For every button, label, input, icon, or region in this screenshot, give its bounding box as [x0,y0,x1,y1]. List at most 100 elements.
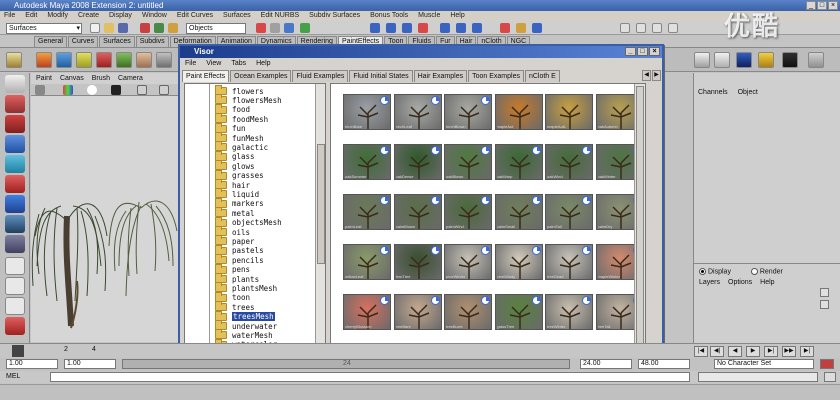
paint-effects-brush-icon[interactable] [36,52,52,68]
tab-paint-effects[interactable]: Paint Effects [182,70,230,82]
shelf-menu-icon[interactable] [6,52,22,68]
menu-muscle[interactable]: Muscle [418,11,440,21]
step-back-icon[interactable]: ◀| [710,346,724,357]
time-slider[interactable]: 2 4 |◀ ◀| ◀ ▶ ▶| ▶▶ ▶| [0,343,840,358]
manipulator-tool-icon[interactable] [5,195,25,213]
soft-mod-tool-icon[interactable] [5,215,25,233]
move-tool-icon[interactable] [5,135,25,153]
brush-thumbnail[interactable]: oakBlown [444,144,492,180]
input-line-icon[interactable] [472,23,482,33]
brush-thumbnail[interactable]: birchBlown [444,94,492,130]
snap-plane-icon[interactable] [300,23,310,33]
snap-curve-icon[interactable] [270,23,280,33]
layout-four-pane-icon[interactable] [5,277,25,295]
layer-menu-layers[interactable]: Layers [699,279,720,286]
select-hierarchy-icon[interactable] [140,23,150,33]
save-scene-icon[interactable] [118,23,128,33]
render-view-icon[interactable] [782,52,798,68]
go-to-end-icon[interactable]: ▶| [800,346,814,357]
brush-thumbnail[interactable]: oakDense [393,144,442,180]
playback-end-field[interactable]: 24.00 [580,359,632,369]
channel-menu-object[interactable]: Object [738,89,758,96]
folder-tree-scrollbar[interactable] [315,84,325,349]
end-time-field[interactable]: 48.00 [638,359,690,369]
torus-icon[interactable] [714,52,730,68]
viewport-menu-canvas[interactable]: Canvas [60,73,84,84]
layout-outliner-pane-icon[interactable] [5,317,25,335]
visor-menu-help[interactable]: Help [256,59,270,69]
brush-thumbnail[interactable]: palmSmall [494,194,543,230]
menu-help[interactable]: Help [450,11,464,21]
make-paintable-icon[interactable] [116,52,132,68]
brush-swatch-icon[interactable] [35,85,45,95]
tab-hair-examples[interactable]: Hair Examples [413,70,468,82]
folder-tree-scroll-thumb[interactable] [317,144,325,264]
current-frame-marker[interactable] [12,345,24,357]
shelf-tab-curves[interactable]: Curves [67,36,99,47]
paint-effects-viewport[interactable] [31,96,178,342]
redraw-icon[interactable] [159,85,169,95]
paint-canvas-icon[interactable] [56,52,72,68]
character-set-dropdown[interactable]: No Character Set [714,359,814,369]
template-brush-icon[interactable] [76,52,92,68]
layout-four-icon[interactable] [636,23,646,33]
step-forward-icon[interactable]: ▶| [764,346,778,357]
render-frame-icon[interactable] [402,23,412,33]
menu-edit[interactable]: Edit [25,11,37,21]
brush-thumbnail[interactable]: pineWinter [444,244,492,280]
brush-thumbnail[interactable]: oakWarp [494,144,543,180]
start-time-field[interactable]: 1.00 [6,359,58,369]
get-brush-icon[interactable] [96,52,112,68]
rotate-tool-icon[interactable] [5,155,25,173]
shelf-tab-general[interactable]: General [34,36,67,47]
brush-thumbnail[interactable]: palmTall [545,194,593,230]
menu-set-dropdown[interactable]: Surfaces [6,23,82,34]
brush-thumbnail[interactable]: fernTree [393,244,442,280]
visor-minimize-button[interactable]: _ [625,47,636,56]
step-back-key-icon[interactable]: ◀ [728,346,742,357]
black-canvas-icon[interactable] [111,85,121,95]
select-tool-icon[interactable] [5,75,25,93]
menu-display[interactable]: Display [109,11,132,21]
share-brush-icon[interactable] [156,52,172,68]
construction-history-icon[interactable] [386,23,396,33]
script-editor-icon[interactable] [824,372,836,382]
open-scene-icon[interactable] [104,23,114,33]
layout-two-pane-icon[interactable] [5,297,25,315]
curve-tool-icon[interactable] [736,52,752,68]
go-to-start-icon[interactable]: |◀ [694,346,708,357]
play-forward-icon[interactable]: ▶ [746,346,760,357]
ipr-render-icon[interactable] [418,23,428,33]
menu-edit-nurbs[interactable]: Edit NURBS [261,11,300,21]
menu-bonus-tools[interactable]: Bonus Tools [370,11,408,21]
viewport-menu-camera[interactable]: Camera [118,73,143,84]
menu-window[interactable]: Window [142,11,167,21]
new-scene-icon[interactable] [90,23,100,33]
range-slider[interactable]: 24 [122,359,570,369]
layout-single-icon[interactable] [620,23,630,33]
tab-ncloth-examples[interactable]: nCloth E [524,70,560,82]
brush-thumbnail[interactable]: mapleAutL [545,94,593,130]
command-input[interactable] [50,372,690,382]
render-radio[interactable] [750,268,758,275]
render-globals-icon[interactable] [440,23,450,33]
lasso-tool-icon[interactable] [5,95,25,113]
brush-thumbnail[interactable]: treeDead [545,244,593,280]
tab-fluid-initial-states[interactable]: Fluid Initial States [349,70,413,82]
menu-edit-curves[interactable]: Edit Curves [177,11,213,21]
menu-surfaces[interactable]: Surfaces [223,11,251,21]
white-canvas-icon[interactable] [87,85,97,95]
tab-toon-examples[interactable]: Toon Examples [468,70,524,82]
scene-icon[interactable] [808,52,824,68]
sphere-icon[interactable] [694,52,710,68]
brush-thumbnail[interactable]: mapleAut [494,94,543,130]
tab-scroll-left-icon[interactable]: ◀ [642,70,651,81]
brush-thumbnail[interactable]: treeWinter [545,294,593,330]
brush-thumbnail[interactable]: oakSummer [343,144,391,180]
brush-thumbnail[interactable]: pineWindy [494,244,543,280]
display-radio[interactable] [699,268,706,275]
select-object-icon[interactable] [154,23,164,33]
show-channel-box-icon[interactable] [532,23,542,33]
brush-thumbnail[interactable]: birchBare [343,94,391,130]
visor-menu-tabs[interactable]: Tabs [231,59,246,69]
